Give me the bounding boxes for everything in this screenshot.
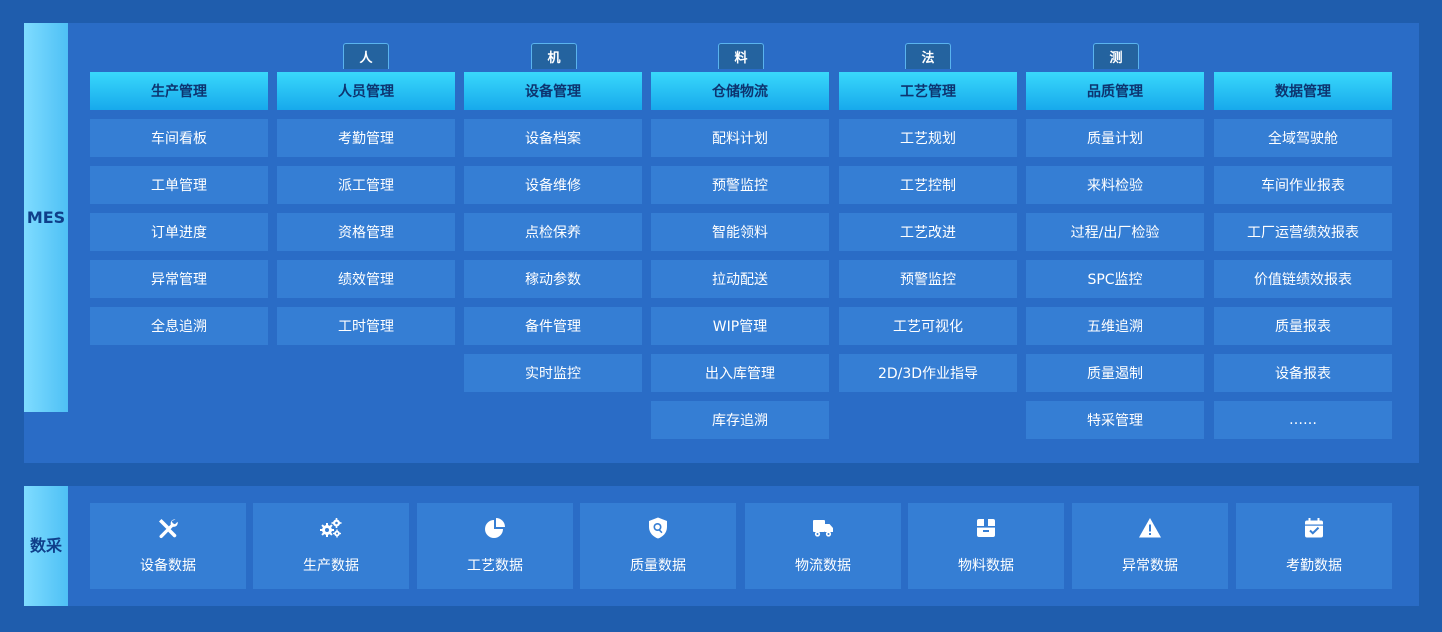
- module-cell[interactable]: ……: [1214, 401, 1392, 439]
- tag-material: 料: [718, 43, 764, 69]
- daq-item-equipment[interactable]: 设备数据: [90, 503, 246, 589]
- daq-label: 质量数据: [630, 558, 686, 574]
- column-header[interactable]: 品质管理: [1026, 72, 1204, 110]
- wrench-screwdriver-icon: [155, 515, 181, 541]
- module-cell[interactable]: 全域驾驶舱: [1214, 119, 1392, 157]
- module-cell[interactable]: 价值链绩效报表: [1214, 260, 1392, 298]
- module-cell[interactable]: 工单管理: [90, 166, 268, 204]
- calendar-check-icon: [1301, 515, 1327, 541]
- shield-search-icon: [645, 515, 671, 541]
- daq-label: 考勤数据: [1286, 558, 1342, 574]
- daq-label: 生产数据: [303, 558, 359, 574]
- module-cell[interactable]: WIP管理: [651, 307, 829, 345]
- module-cell[interactable]: 配料计划: [651, 119, 829, 157]
- mes-panel: MES 人 机 料 法 测 生产管理 车间看板 工单管理 订单进度 异常管理 全…: [24, 23, 1419, 463]
- mes-side-label: MES: [24, 23, 68, 412]
- daq-label: 物料数据: [958, 558, 1014, 574]
- column-production: 生产管理 车间看板 工单管理 订单进度 异常管理 全息追溯: [90, 72, 268, 345]
- daq-label: 设备数据: [140, 558, 196, 574]
- daq-item-material[interactable]: 物料数据: [908, 503, 1064, 589]
- module-cell[interactable]: 工时管理: [277, 307, 455, 345]
- module-cell[interactable]: 质量遏制: [1026, 354, 1204, 392]
- module-cell[interactable]: 预警监控: [839, 260, 1017, 298]
- module-cell[interactable]: 设备报表: [1214, 354, 1392, 392]
- module-cell[interactable]: 出入库管理: [651, 354, 829, 392]
- box-icon: [973, 515, 999, 541]
- module-cell[interactable]: 点检保养: [464, 213, 642, 251]
- module-cell[interactable]: 工厂运营绩效报表: [1214, 213, 1392, 251]
- tag-measurement: 测: [1093, 43, 1139, 69]
- column-logistics: 仓储物流 配料计划 预警监控 智能领料 拉动配送 WIP管理 出入库管理 库存追…: [651, 72, 829, 439]
- module-cell[interactable]: 质量计划: [1026, 119, 1204, 157]
- module-cell[interactable]: 实时监控: [464, 354, 642, 392]
- module-cell[interactable]: 异常管理: [90, 260, 268, 298]
- module-cell[interactable]: 稼动参数: [464, 260, 642, 298]
- daq-item-quality[interactable]: 质量数据: [580, 503, 736, 589]
- module-cell[interactable]: 智能领料: [651, 213, 829, 251]
- module-cell[interactable]: 工艺规划: [839, 119, 1017, 157]
- module-cell[interactable]: 考勤管理: [277, 119, 455, 157]
- daq-label: 工艺数据: [467, 558, 523, 574]
- column-process: 工艺管理 工艺规划 工艺控制 工艺改进 预警监控 工艺可视化 2D/3D作业指导: [839, 72, 1017, 392]
- module-cell[interactable]: 设备维修: [464, 166, 642, 204]
- column-header[interactable]: 工艺管理: [839, 72, 1017, 110]
- module-cell[interactable]: 质量报表: [1214, 307, 1392, 345]
- module-cell[interactable]: 工艺控制: [839, 166, 1017, 204]
- module-cell[interactable]: 绩效管理: [277, 260, 455, 298]
- module-cell[interactable]: 资格管理: [277, 213, 455, 251]
- daq-item-production[interactable]: 生产数据: [253, 503, 409, 589]
- module-cell[interactable]: 工艺改进: [839, 213, 1017, 251]
- column-data: 数据管理 全域驾驶舱 车间作业报表 工厂运营绩效报表 价值链绩效报表 质量报表 …: [1214, 72, 1392, 439]
- daq-label: 异常数据: [1122, 558, 1178, 574]
- module-cell[interactable]: 设备档案: [464, 119, 642, 157]
- module-cell[interactable]: 拉动配送: [651, 260, 829, 298]
- daq-item-process[interactable]: 工艺数据: [417, 503, 573, 589]
- column-header[interactable]: 仓储物流: [651, 72, 829, 110]
- column-quality: 品质管理 质量计划 来料检验 过程/出厂检验 SPC监控 五维追溯 质量遏制 特…: [1026, 72, 1204, 439]
- daq-side-label: 数采: [24, 486, 68, 606]
- module-cell[interactable]: 2D/3D作业指导: [839, 354, 1017, 392]
- daq-label: 物流数据: [795, 558, 851, 574]
- column-equipment: 设备管理 设备档案 设备维修 点检保养 稼动参数 备件管理 实时监控: [464, 72, 642, 392]
- module-cell[interactable]: 库存追溯: [651, 401, 829, 439]
- module-cell[interactable]: 特采管理: [1026, 401, 1204, 439]
- daq-item-attendance[interactable]: 考勤数据: [1236, 503, 1392, 589]
- warning-icon: [1137, 515, 1163, 541]
- tag-people: 人: [343, 43, 389, 69]
- module-cell[interactable]: 订单进度: [90, 213, 268, 251]
- module-cell[interactable]: 全息追溯: [90, 307, 268, 345]
- module-cell[interactable]: 车间作业报表: [1214, 166, 1392, 204]
- column-header[interactable]: 人员管理: [277, 72, 455, 110]
- module-cell[interactable]: SPC监控: [1026, 260, 1204, 298]
- module-cell[interactable]: 过程/出厂检验: [1026, 213, 1204, 251]
- pie-chart-icon: [482, 515, 508, 541]
- column-personnel: 人员管理 考勤管理 派工管理 资格管理 绩效管理 工时管理: [277, 72, 455, 345]
- column-header[interactable]: 数据管理: [1214, 72, 1392, 110]
- module-cell[interactable]: 工艺可视化: [839, 307, 1017, 345]
- gears-icon: [318, 515, 344, 541]
- column-header[interactable]: 设备管理: [464, 72, 642, 110]
- tag-method: 法: [905, 43, 951, 69]
- tag-machine: 机: [531, 43, 577, 69]
- column-header[interactable]: 生产管理: [90, 72, 268, 110]
- data-acquisition-panel: 数采 设备数据 生产数据 工艺数据 质量数据 物流数据 物料数据 异常数据 考勤…: [24, 486, 1419, 606]
- module-cell[interactable]: 派工管理: [277, 166, 455, 204]
- module-cell[interactable]: 预警监控: [651, 166, 829, 204]
- daq-item-exception[interactable]: 异常数据: [1072, 503, 1228, 589]
- module-cell[interactable]: 车间看板: [90, 119, 268, 157]
- module-cell[interactable]: 备件管理: [464, 307, 642, 345]
- module-cell[interactable]: 五维追溯: [1026, 307, 1204, 345]
- truck-icon: [810, 515, 836, 541]
- module-cell[interactable]: 来料检验: [1026, 166, 1204, 204]
- daq-item-logistics[interactable]: 物流数据: [745, 503, 901, 589]
